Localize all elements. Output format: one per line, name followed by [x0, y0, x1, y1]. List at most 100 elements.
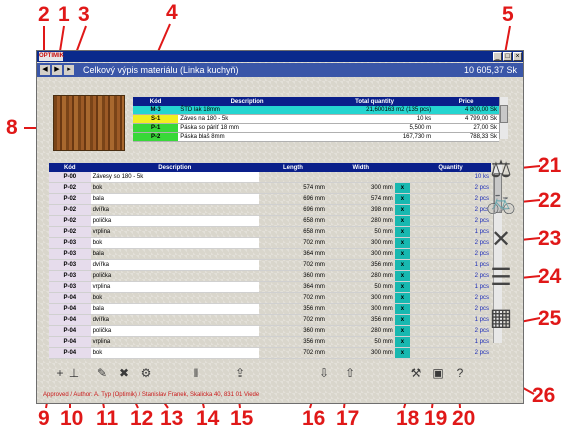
item-width: 50 mm — [326, 226, 395, 238]
item-length: 702 mm — [259, 259, 327, 271]
help-icon[interactable]: ? — [453, 366, 467, 380]
item-quantity: 2 pcs — [410, 347, 491, 359]
material-price: 4 799,00 Sk — [433, 114, 499, 124]
menu-button[interactable]: ▸ — [64, 65, 74, 75]
add-item-icon[interactable]: + — [53, 366, 67, 380]
item-flag[interactable]: x — [394, 248, 411, 260]
item-row[interactable]: P-04 polička 360 mm 280 mm x 2 pcs — [49, 325, 491, 337]
material-row[interactable]: P-2 Páska blaš 8mm 167,730 m 788,33 Sk — [133, 132, 499, 142]
col-quantity[interactable]: Quantity — [410, 163, 491, 172]
callout-13: 13 — [160, 407, 184, 430]
item-row[interactable]: P-04 bok 702 mm 300 mm x 2 pcs — [49, 347, 491, 359]
item-row[interactable]: P-02 bala 696 mm 574 mm x 2 pcs — [49, 193, 491, 205]
materials-header: Kód Description Total quantity Price — [133, 97, 499, 106]
item-flag[interactable]: x — [394, 204, 411, 216]
item-width: 300 mm — [326, 237, 395, 249]
item-code: P-04 — [49, 347, 91, 359]
cabinet-icon[interactable]: ▦ — [483, 303, 519, 333]
item-flag[interactable]: x — [394, 237, 411, 249]
col-description[interactable]: Description — [178, 97, 316, 106]
item-quantity: 2 pcs — [410, 292, 491, 304]
import-icon[interactable]: ⇩ — [317, 366, 331, 380]
item-flag[interactable]: x — [394, 259, 411, 271]
scale-icon[interactable]: ⚖ — [483, 155, 519, 185]
item-row[interactable]: P-03 bok 702 mm 300 mm x 2 pcs — [49, 237, 491, 249]
item-width: 300 mm — [326, 292, 395, 304]
item-flag[interactable]: x — [394, 226, 411, 238]
materials-scrollbar[interactable] — [499, 97, 508, 139]
callout-20: 20 — [452, 407, 476, 430]
item-flag[interactable]: x — [394, 193, 411, 205]
export-list-icon[interactable]: ⇧ — [343, 366, 357, 380]
col-code[interactable]: Kód — [133, 97, 179, 106]
maximize-button[interactable]: □ — [503, 52, 512, 61]
layers-icon[interactable]: ☰ — [483, 263, 519, 293]
item-flag[interactable]: x — [394, 347, 411, 359]
col-item-code[interactable]: Kód — [49, 163, 91, 172]
materials-scroll-thumb[interactable] — [500, 105, 508, 123]
col-price[interactable]: Price — [433, 97, 499, 106]
item-row[interactable]: P-03 vrplina 364 mm 50 mm x 1 pcs — [49, 281, 491, 293]
print-preview-icon[interactable]: ▣ — [431, 366, 445, 380]
minimize-button[interactable]: _ — [493, 52, 502, 61]
callout-11: 11 — [96, 407, 119, 430]
item-row[interactable]: P-02 dvířka 696 mm 398 mm x 2 pcs — [49, 204, 491, 216]
item-row[interactable]: P-02 polička 658 mm 280 mm x 2 pcs — [49, 215, 491, 227]
item-flag[interactable]: x — [394, 303, 411, 315]
split-columns-icon[interactable]: ‖ — [189, 366, 203, 380]
col-length[interactable]: Length — [259, 163, 327, 172]
items-table: Kód Description Length Width Quantity P-… — [49, 163, 491, 359]
title-bar: OPTIMIK _ □ × — [37, 51, 523, 62]
cutting-icon[interactable]: ⊥ — [67, 366, 81, 380]
settings-icon[interactable]: ⚙ — [139, 366, 153, 380]
item-row[interactable]: P-04 bok 702 mm 300 mm x 2 pcs — [49, 292, 491, 304]
material-row[interactable]: M-3 ŠTD lak 18mm 21,600163 m2 (135 pcs) 4 8… — [133, 106, 499, 115]
item-row[interactable]: P-04 dvířka 702 mm 356 mm x 1 pcs — [49, 314, 491, 326]
item-flag[interactable] — [394, 172, 411, 183]
material-total-quantity: 5,500 m — [315, 123, 434, 133]
item-flag[interactable]: x — [394, 182, 411, 194]
item-description: bok — [90, 237, 260, 249]
delete-icon[interactable]: ✖ — [117, 366, 131, 380]
item-row[interactable]: P-03 dvířka 702 mm 356 mm x 1 pcs — [49, 259, 491, 271]
item-row[interactable]: P-04 vrplina 356 mm 50 mm x 1 pcs — [49, 336, 491, 348]
item-row[interactable]: P-04 bala 356 mm 300 mm x 2 pcs — [49, 303, 491, 315]
item-code: P-02 — [49, 204, 91, 216]
item-flag[interactable]: x — [394, 215, 411, 227]
item-quantity: 2 pcs — [410, 248, 491, 260]
item-flag[interactable]: x — [394, 292, 411, 304]
col-item-description[interactable]: Description — [90, 163, 260, 172]
item-row[interactable]: P-00 Závesy so 180 - 5k 10 ks — [49, 172, 491, 183]
back-button[interactable]: ◀ — [40, 65, 50, 75]
item-flag[interactable]: x — [394, 325, 411, 337]
item-flag[interactable]: x — [394, 270, 411, 282]
bicycle-icon[interactable]: 🚲 — [483, 187, 519, 217]
item-row[interactable]: P-02 bok 574 mm 300 mm x 2 pcs — [49, 182, 491, 194]
item-width: 356 mm — [326, 259, 395, 271]
close-button[interactable]: × — [513, 52, 522, 61]
item-code: P-02 — [49, 182, 91, 194]
item-description: polička — [90, 270, 260, 282]
item-flag[interactable]: x — [394, 281, 411, 293]
col-width[interactable]: Width — [326, 163, 395, 172]
item-width: 300 mm — [326, 248, 395, 260]
forward-button[interactable]: ▶ — [52, 65, 62, 75]
callout-10: 10 — [60, 407, 84, 430]
material-row[interactable]: P-1 Páska so páriť 18 mm 5,500 m 27,00 Sk — [133, 123, 499, 133]
item-length — [259, 172, 327, 183]
edit-icon[interactable]: ✎ — [95, 366, 109, 380]
export-icon[interactable]: ⇪ — [233, 366, 247, 380]
item-row[interactable]: P-02 vrplina 658 mm 50 mm x 1 pcs — [49, 226, 491, 238]
item-flag[interactable]: x — [394, 336, 411, 348]
item-description: bok — [90, 292, 260, 304]
col-flag — [394, 163, 411, 172]
item-flag[interactable]: x — [394, 314, 411, 326]
col-total-quantity[interactable]: Total quantity — [315, 97, 434, 106]
item-row[interactable]: P-03 polička 360 mm 280 mm x 2 pcs — [49, 270, 491, 282]
item-length: 360 mm — [259, 270, 327, 282]
scissors-icon[interactable]: ✕ — [483, 225, 519, 255]
tools-icon[interactable]: ⚒ — [409, 366, 423, 380]
total-price: 10 605,37 Sk — [463, 65, 517, 75]
item-row[interactable]: P-03 bala 364 mm 300 mm x 2 pcs — [49, 248, 491, 260]
material-row[interactable]: S-1 Záves na 180 - 5k 10 ks 4 799,00 Sk — [133, 114, 499, 124]
